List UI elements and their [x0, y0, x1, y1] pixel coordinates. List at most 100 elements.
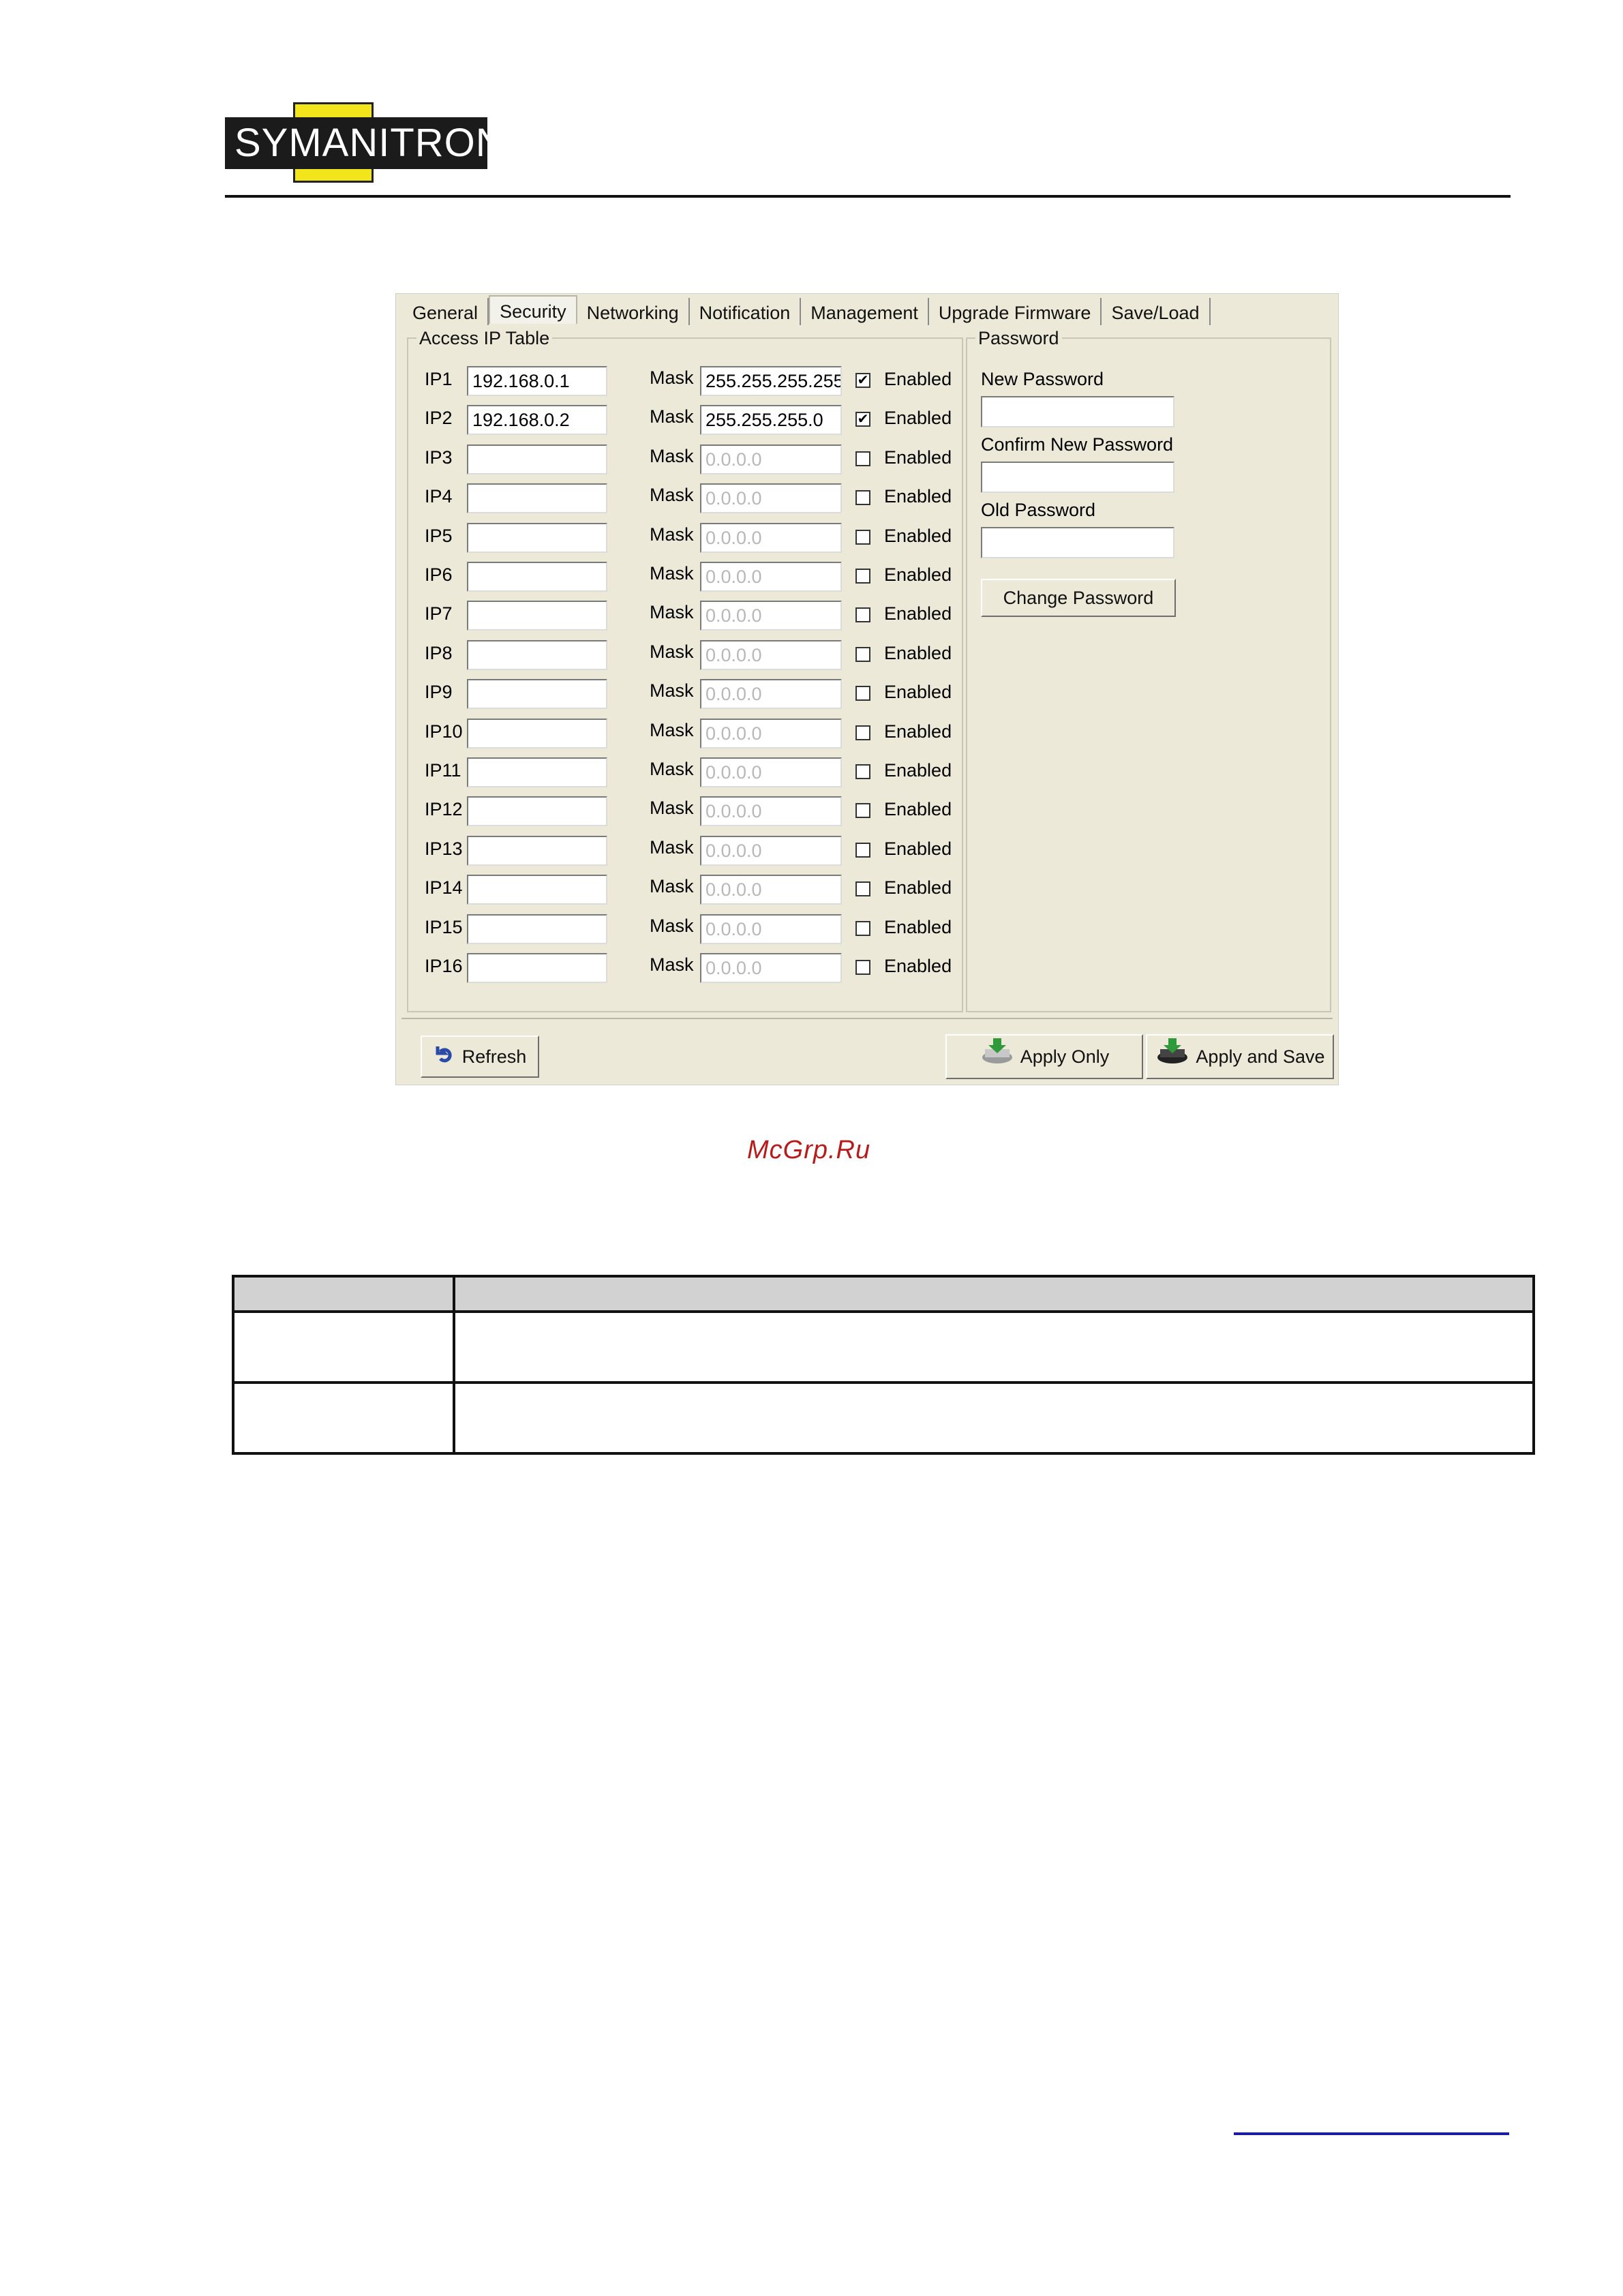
ip-label: IP3	[425, 447, 453, 468]
ip-address-input[interactable]	[467, 913, 607, 944]
mask-input[interactable]: 0.0.0.0	[700, 639, 842, 670]
ip-row: IP8 Mask 0.0.0.0 Enabled	[425, 637, 952, 671]
mask-input[interactable]: 0.0.0.0	[700, 875, 842, 905]
password-legend: Password	[975, 328, 1062, 349]
ip-label: IP16	[425, 956, 463, 976]
tab-networking[interactable]: Networking	[577, 298, 690, 325]
tab-security[interactable]: Security	[489, 295, 577, 324]
ip-address-input[interactable]	[467, 444, 607, 474]
enabled-checkbox[interactable]	[855, 803, 870, 819]
enabled-checkbox[interactable]	[855, 490, 870, 506]
mask-input[interactable]: 0.0.0.0	[700, 913, 842, 944]
mask-input[interactable]: 0.0.0.0	[700, 483, 842, 514]
enabled-label: Enabled	[884, 564, 952, 585]
enabled-label: Enabled	[884, 525, 952, 546]
mask-label: Mask	[650, 719, 694, 740]
enabled-checkbox[interactable]	[855, 646, 870, 662]
tab-management[interactable]: Management	[801, 298, 929, 325]
mask-input[interactable]: 0.0.0.0	[700, 757, 842, 787]
mask-label: Mask	[650, 876, 694, 897]
old-password-input[interactable]	[981, 527, 1174, 558]
ip-label: IP10	[425, 721, 463, 742]
enabled-checkbox[interactable]	[855, 764, 870, 779]
enabled-label: Enabled	[884, 956, 952, 976]
ip-label: IP8	[425, 642, 453, 663]
enabled-checkbox[interactable]	[855, 881, 870, 897]
ip-address-input[interactable]	[467, 796, 607, 827]
mask-label: Mask	[650, 602, 694, 623]
table-cell	[453, 1381, 1535, 1455]
apply-only-button[interactable]: Apply Only	[945, 1034, 1143, 1079]
enabled-checkbox[interactable]: ✔	[855, 412, 870, 427]
mask-input[interactable]: 255.255.255.0	[700, 405, 842, 436]
ip-address-input[interactable]	[467, 718, 607, 749]
ip-address-input[interactable]	[467, 953, 607, 983]
tab-notification[interactable]: Notification	[690, 298, 802, 325]
tab-upgrade-firmware[interactable]: Upgrade Firmware	[929, 298, 1102, 325]
ip-address-input[interactable]	[467, 875, 607, 905]
ip-address-input[interactable]	[467, 562, 607, 592]
mask-label: Mask	[650, 524, 694, 545]
ip-row: IP6 Mask 0.0.0.0 Enabled	[425, 559, 952, 593]
ip-address-input[interactable]: 192.168.0.2	[467, 405, 607, 436]
mask-input[interactable]: 0.0.0.0	[700, 522, 842, 553]
mask-input[interactable]: 0.0.0.0	[700, 953, 842, 983]
enabled-checkbox[interactable]	[855, 920, 870, 936]
enabled-label: Enabled	[884, 877, 952, 898]
ip-address-input[interactable]	[467, 679, 607, 710]
new-password-input[interactable]	[981, 396, 1174, 427]
new-password-label: New Password	[981, 369, 1104, 389]
enabled-label: Enabled	[884, 486, 952, 507]
enabled-label: Enabled	[884, 799, 952, 820]
enabled-checkbox[interactable]	[855, 569, 870, 584]
mask-input[interactable]: 0.0.0.0	[700, 796, 842, 827]
enabled-checkbox[interactable]	[855, 842, 870, 858]
change-password-button[interactable]: Change Password	[981, 579, 1176, 617]
mask-input[interactable]: 0.0.0.0	[700, 835, 842, 866]
ip-address-input[interactable]	[467, 639, 607, 670]
ip-address-input[interactable]	[467, 601, 607, 631]
mask-label: Mask	[650, 367, 694, 388]
mask-input[interactable]: 0.0.0.0	[700, 718, 842, 749]
table-row	[232, 1310, 1535, 1384]
ip-row: IP7 Mask 0.0.0.0 Enabled	[425, 598, 952, 632]
ip-row: IP9 Mask 0.0.0.0 Enabled	[425, 676, 952, 710]
ip-label: IP4	[425, 486, 453, 507]
enabled-checkbox[interactable]	[855, 529, 870, 545]
apply-disk-icon	[980, 1036, 1015, 1081]
ip-address-input[interactable]	[467, 522, 607, 553]
ip-row: IP1 192.168.0.1 Mask 255.255.255.255 ✔ Enable…	[425, 363, 952, 397]
refresh-button[interactable]: Refresh	[421, 1036, 539, 1078]
confirm-password-label: Confirm New Password	[981, 434, 1174, 455]
mask-input[interactable]: 0.0.0.0	[700, 601, 842, 631]
enabled-label: Enabled	[884, 603, 952, 624]
mask-label: Mask	[650, 485, 694, 506]
old-password-label: Old Password	[981, 500, 1096, 520]
apply-and-save-button[interactable]: Apply and Save	[1146, 1034, 1334, 1079]
ip-address-input[interactable]: 192.168.0.1	[467, 366, 607, 396]
table-cell	[453, 1310, 1535, 1384]
enabled-checkbox[interactable]	[855, 960, 870, 975]
ip-address-input[interactable]	[467, 757, 607, 787]
mask-input[interactable]: 255.255.255.255	[700, 366, 842, 396]
ip-row: IP13 Mask 0.0.0.0 Enabled	[425, 833, 952, 867]
ip-label: IP13	[425, 838, 463, 859]
ip-address-input[interactable]	[467, 835, 607, 866]
enabled-checkbox[interactable]	[855, 725, 870, 740]
enabled-label: Enabled	[884, 408, 952, 429]
ip-label: IP6	[425, 564, 453, 585]
enabled-checkbox[interactable]: ✔	[855, 373, 870, 388]
mask-input[interactable]: 0.0.0.0	[700, 679, 842, 710]
enabled-checkbox[interactable]	[855, 607, 870, 623]
enabled-checkbox[interactable]	[855, 686, 870, 701]
ip-label: IP2	[425, 408, 453, 429]
confirm-password-input[interactable]	[981, 462, 1174, 493]
mask-input[interactable]: 0.0.0.0	[700, 444, 842, 474]
tab-save-load[interactable]: Save/Load	[1102, 298, 1211, 325]
table-header-cell	[453, 1275, 1535, 1313]
ip-address-input[interactable]	[467, 483, 607, 514]
password-group: Password New Password Confirm New Passwo…	[966, 328, 1331, 1012]
mask-input[interactable]: 0.0.0.0	[700, 562, 842, 592]
enabled-checkbox[interactable]	[855, 451, 870, 466]
tab-general[interactable]: General	[403, 298, 489, 325]
